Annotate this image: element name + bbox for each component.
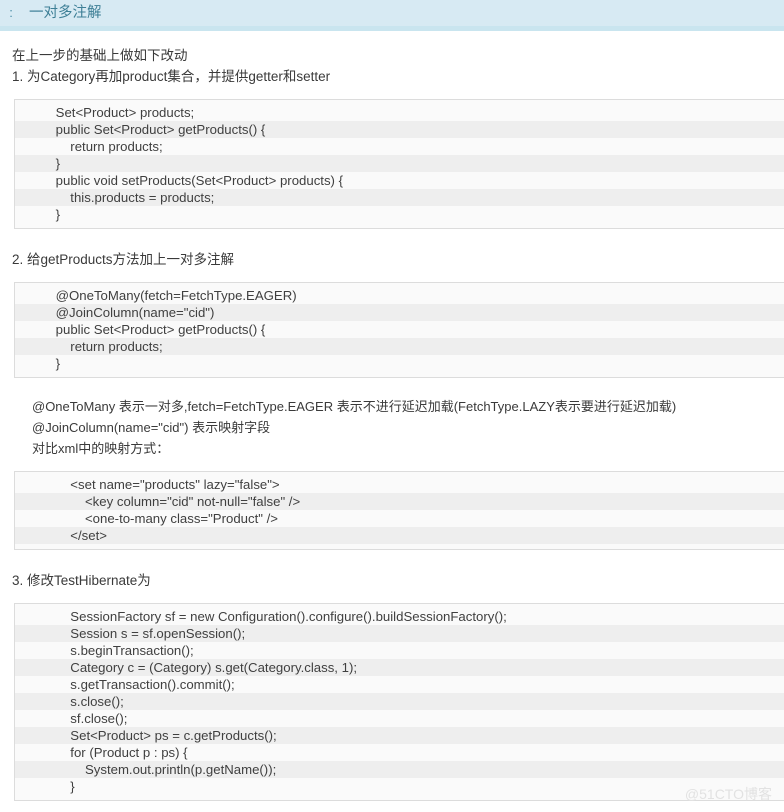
code-line: s.getTransaction().commit(); — [15, 676, 784, 693]
annotation-explanation: @OneToMany 表示一对多,fetch=FetchType.EAGER 表… — [0, 396, 784, 459]
code-line: @JoinColumn(name="cid") — [15, 304, 784, 321]
site-watermark: @51CTO博客 — [684, 786, 772, 802]
code-line: <one-to-many class="Product" /> — [15, 510, 784, 527]
code-line: } — [15, 155, 784, 172]
code-block-step-3: SessionFactory sf = new Configuration().… — [14, 603, 784, 801]
page-title: 一对多注解 — [29, 5, 102, 21]
page-header-bar: : 一对多注解 — [0, 0, 784, 26]
code-block-xml-mapping: <set name="products" lazy="false"> <key … — [14, 471, 784, 550]
note-line-xml-compare: 对比xml中的映射方式： — [32, 441, 170, 456]
code-line: } — [15, 206, 784, 223]
code-line: Session s = sf.openSession(); — [15, 625, 784, 642]
header-colon-mark: : — [9, 5, 13, 20]
intro-paragraph: 在上一步的基础上做如下改动 — [12, 48, 188, 63]
code-line: Set<Product> ps = c.getProducts(); — [15, 727, 784, 744]
code-line: </set> — [15, 527, 784, 544]
code-line: public void setProducts(Set<Product> pro… — [15, 172, 784, 189]
code-line: Set<Product> products; — [15, 104, 784, 121]
step-3-heading: 3. 修改TestHibernate为 — [12, 573, 151, 588]
code-block-step-2: @OneToMany(fetch=FetchType.EAGER) @JoinC… — [14, 282, 784, 378]
step-2-heading: 2. 给getProducts方法加上一对多注解 — [12, 252, 235, 267]
code-line: s.beginTransaction(); — [15, 642, 784, 659]
code-line: } — [15, 778, 784, 795]
code-line: System.out.println(p.getName()); — [15, 761, 784, 778]
article-content: 在上一步的基础上做如下改动 1. 为Category再加product集合，并提… — [0, 31, 784, 801]
code-line: Category c = (Category) s.get(Category.c… — [15, 659, 784, 676]
code-line: return products; — [15, 338, 784, 355]
code-line: sf.close(); — [15, 710, 784, 727]
code-line: <set name="products" lazy="false"> — [15, 476, 784, 493]
code-line: <key column="cid" not-null="false" /> — [15, 493, 784, 510]
code-line: SessionFactory sf = new Configuration().… — [15, 608, 784, 625]
code-line: this.products = products; — [15, 189, 784, 206]
code-line: for (Product p : ps) { — [15, 744, 784, 761]
step-1-heading: 1. 为Category再加product集合，并提供getter和setter — [12, 69, 331, 84]
code-block-step-1: Set<Product> products; public Set<Produc… — [14, 99, 784, 229]
code-line: public Set<Product> getProducts() { — [15, 121, 784, 138]
code-line: public Set<Product> getProducts() { — [15, 321, 784, 338]
note-line-join-column: @JoinColumn(name="cid") 表示映射字段 — [32, 420, 271, 435]
code-line: s.close(); — [15, 693, 784, 710]
code-line: } — [15, 355, 784, 372]
code-line: @OneToMany(fetch=FetchType.EAGER) — [15, 287, 784, 304]
note-line-one-to-many: @OneToMany 表示一对多,fetch=FetchType.EAGER 表… — [32, 399, 677, 414]
code-line: return products; — [15, 138, 784, 155]
